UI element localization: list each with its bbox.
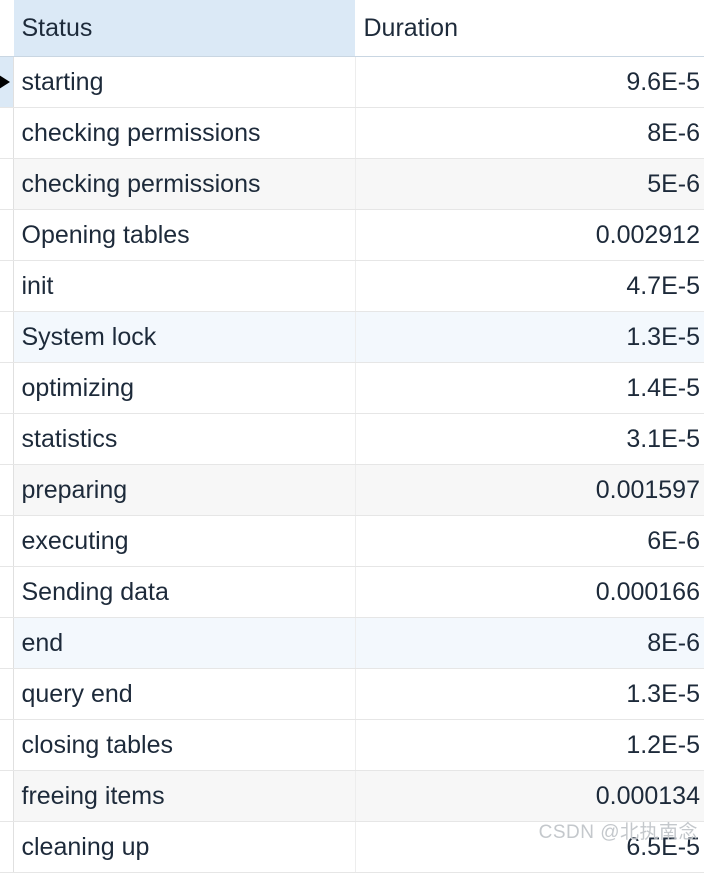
row-gutter-header: [0, 0, 14, 57]
cell-duration[interactable]: 1.3E-5: [355, 668, 704, 720]
cell-duration[interactable]: 1.3E-5: [355, 311, 704, 363]
table-row[interactable]: Sending data 0.000166: [0, 566, 704, 618]
row-gutter-cell[interactable]: [0, 209, 14, 261]
row-gutter-cell[interactable]: [0, 362, 14, 414]
cell-status[interactable]: init: [13, 260, 356, 312]
table-row[interactable]: freeing items 0.000134: [0, 770, 704, 822]
row-gutter-cell[interactable]: [0, 719, 14, 771]
query-profile-result-grid: Status Duration starting 9.6E-5 checking p…: [0, 0, 704, 873]
table-row[interactable]: starting 9.6E-5: [0, 56, 704, 108]
cell-status[interactable]: executing: [13, 515, 356, 567]
cell-status[interactable]: query end: [13, 668, 356, 720]
cell-duration[interactable]: 6.5E-5: [355, 821, 704, 873]
cell-status[interactable]: closing tables: [13, 719, 356, 771]
current-row-marker-icon: [0, 75, 10, 89]
cell-duration[interactable]: 6E-6: [355, 515, 704, 567]
table-row[interactable]: end 8E-6: [0, 617, 704, 669]
cell-duration[interactable]: 0.002912: [355, 209, 704, 261]
table-header: Status Duration: [0, 0, 704, 57]
cell-duration[interactable]: 8E-6: [355, 107, 704, 159]
header-row: Status Duration: [0, 0, 704, 57]
cell-status[interactable]: cleaning up: [13, 821, 356, 873]
cell-status[interactable]: System lock: [13, 311, 356, 363]
row-gutter-cell[interactable]: [0, 464, 14, 516]
cell-status[interactable]: checking permissions: [13, 107, 356, 159]
row-gutter-cell[interactable]: [0, 413, 14, 465]
table-row[interactable]: query end 1.3E-5: [0, 668, 704, 720]
row-gutter-cell[interactable]: [0, 311, 14, 363]
cell-status[interactable]: starting: [13, 56, 356, 108]
cell-status[interactable]: statistics: [13, 413, 356, 465]
row-gutter-cell[interactable]: [0, 56, 14, 108]
row-gutter-cell[interactable]: [0, 260, 14, 312]
cell-status[interactable]: Sending data: [13, 566, 356, 618]
cell-status[interactable]: preparing: [13, 464, 356, 516]
row-gutter-cell[interactable]: [0, 515, 14, 567]
table-row[interactable]: executing 6E-6: [0, 515, 704, 567]
cell-duration[interactable]: 5E-6: [355, 158, 704, 210]
table-row[interactable]: optimizing 1.4E-5: [0, 362, 704, 414]
cell-duration[interactable]: 0.000166: [355, 566, 704, 618]
cell-duration[interactable]: 1.2E-5: [355, 719, 704, 771]
cell-duration[interactable]: 0.000134: [355, 770, 704, 822]
cell-duration[interactable]: 0.001597: [355, 464, 704, 516]
table-row[interactable]: checking permissions 5E-6: [0, 158, 704, 210]
row-gutter-cell[interactable]: [0, 821, 14, 873]
table-row[interactable]: statistics 3.1E-5: [0, 413, 704, 465]
profile-table: Status Duration starting 9.6E-5 checking p…: [0, 0, 704, 873]
cell-status[interactable]: Opening tables: [13, 209, 356, 261]
table-row[interactable]: preparing 0.001597: [0, 464, 704, 516]
table-body: starting 9.6E-5 checking permissions 8E-6 ch…: [0, 56, 704, 873]
table-row[interactable]: Opening tables 0.002912: [0, 209, 704, 261]
table-row[interactable]: cleaning up 6.5E-5: [0, 821, 704, 873]
table-row[interactable]: closing tables 1.2E-5: [0, 719, 704, 771]
cell-status[interactable]: optimizing: [13, 362, 356, 414]
row-gutter-cell[interactable]: [0, 617, 14, 669]
cell-status[interactable]: checking permissions: [13, 158, 356, 210]
cell-status[interactable]: end: [13, 617, 356, 669]
cell-duration[interactable]: 4.7E-5: [355, 260, 704, 312]
column-header-duration[interactable]: Duration: [355, 0, 704, 57]
row-gutter-cell[interactable]: [0, 158, 14, 210]
column-header-status[interactable]: Status: [13, 0, 356, 57]
cell-status[interactable]: freeing items: [13, 770, 356, 822]
row-gutter-cell[interactable]: [0, 770, 14, 822]
row-gutter-cell[interactable]: [0, 668, 14, 720]
row-gutter-cell[interactable]: [0, 107, 14, 159]
cell-duration[interactable]: 8E-6: [355, 617, 704, 669]
table-row[interactable]: System lock 1.3E-5: [0, 311, 704, 363]
row-gutter-cell[interactable]: [0, 566, 14, 618]
table-row[interactable]: checking permissions 8E-6: [0, 107, 704, 159]
table-row[interactable]: init 4.7E-5: [0, 260, 704, 312]
cell-duration[interactable]: 1.4E-5: [355, 362, 704, 414]
cell-duration[interactable]: 9.6E-5: [355, 56, 704, 108]
cell-duration[interactable]: 3.1E-5: [355, 413, 704, 465]
